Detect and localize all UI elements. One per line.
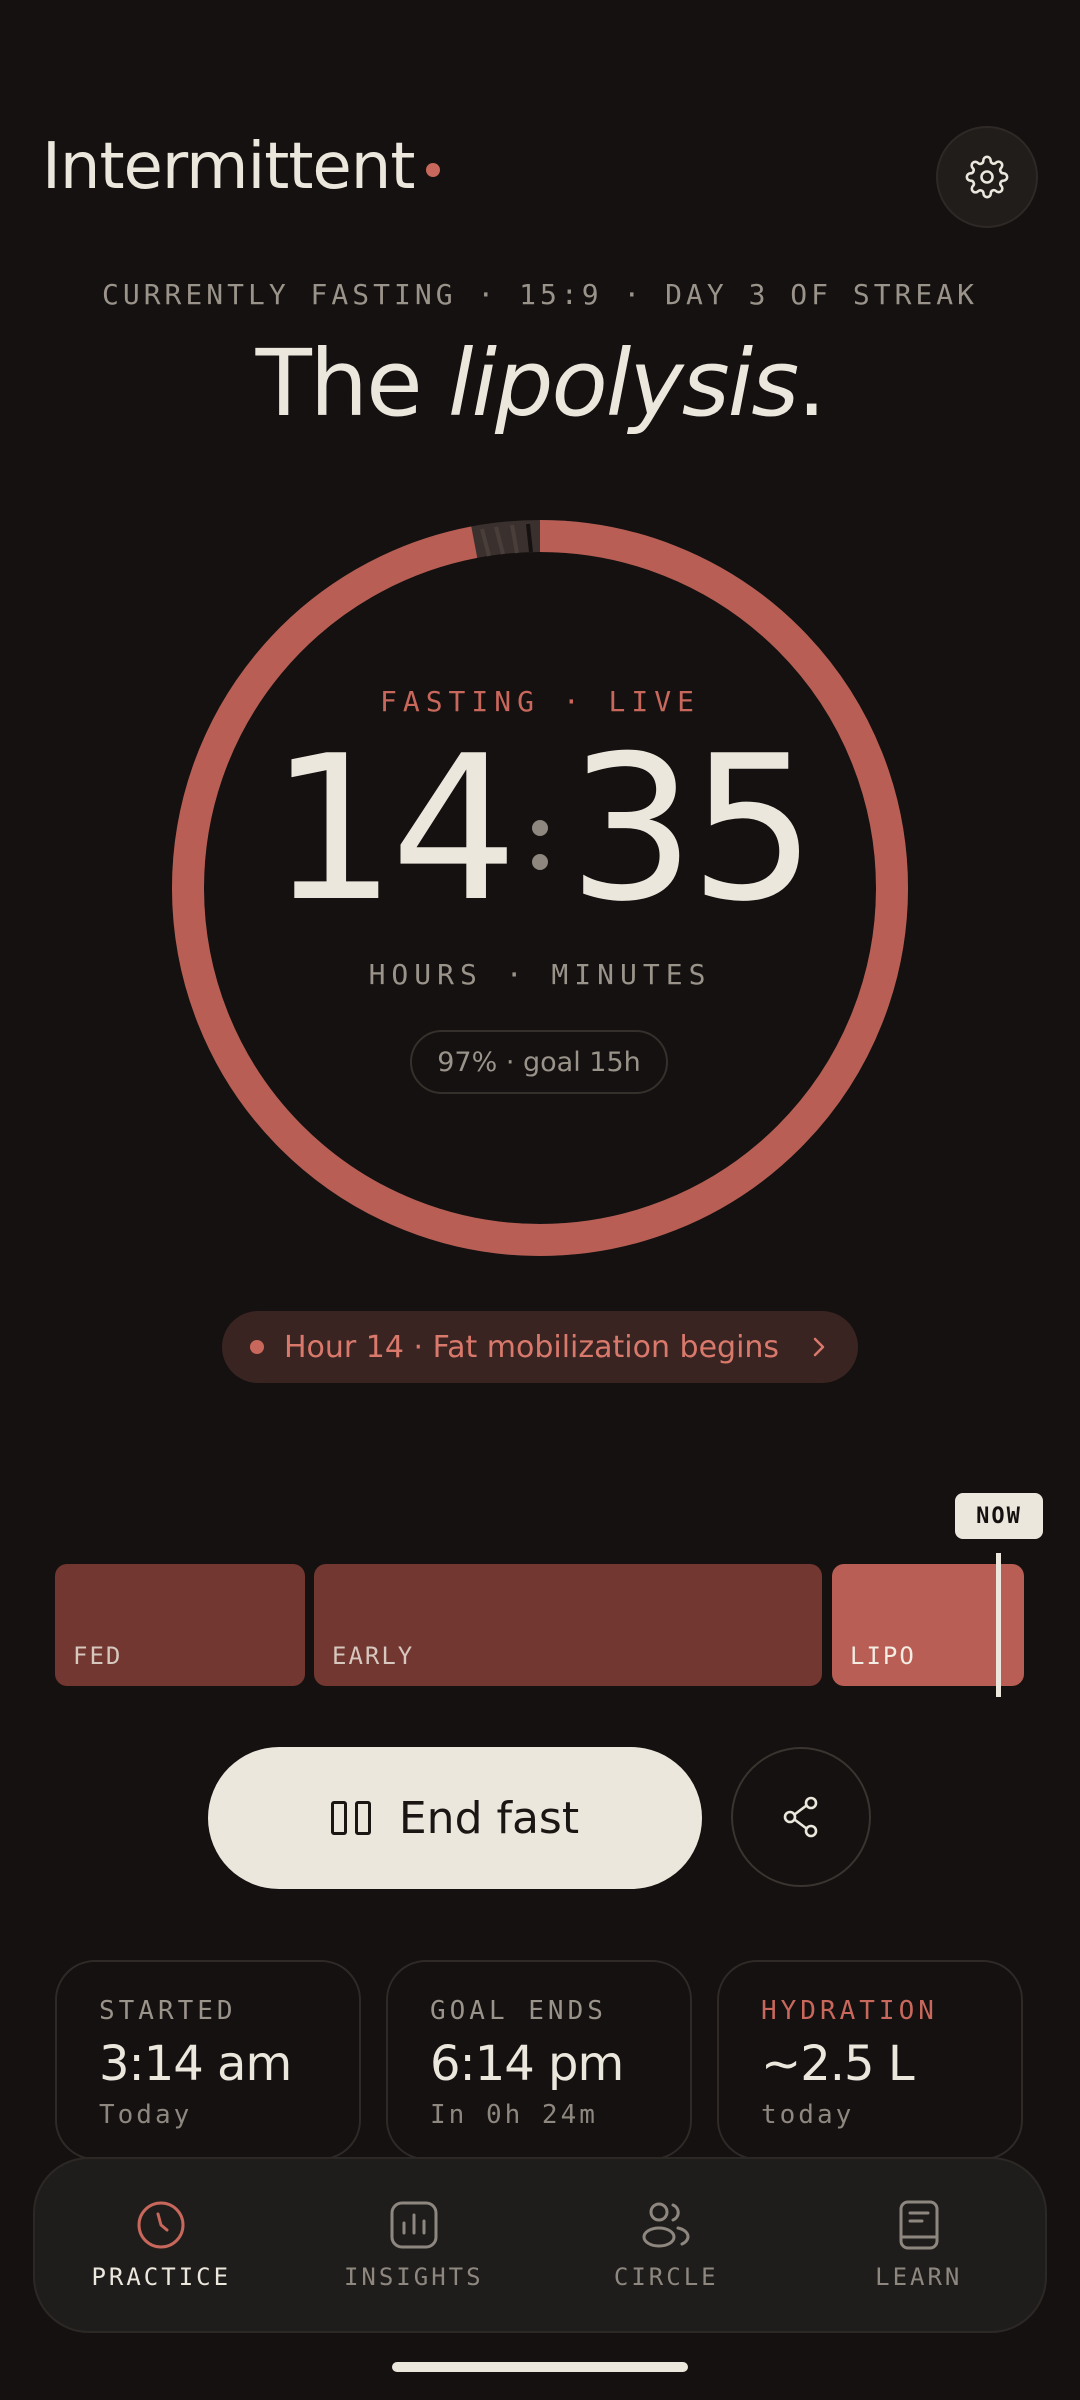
nav-item-insights[interactable]: INSIGHTS — [288, 2159, 541, 2331]
headline-prefix: The — [255, 330, 423, 437]
app-title: Intermittent — [42, 130, 441, 204]
share-button[interactable] — [731, 1747, 871, 1887]
end-fast-label: End fast — [398, 1792, 580, 1844]
stat-subtext: In 0h 24m — [430, 2100, 598, 2130]
end-fast-button[interactable]: End fast — [208, 1747, 702, 1889]
pause-icon — [330, 1801, 371, 1835]
stat-value: 6:14 pm — [430, 2036, 624, 2092]
nav-label: PRACTICE — [91, 2263, 232, 2291]
phase-segment-fed: FED — [55, 1564, 305, 1686]
nav-item-circle[interactable]: CIRCLE — [540, 2159, 793, 2331]
timer-hours: 14 — [269, 713, 518, 946]
headline-emphasis: lipolysis — [447, 330, 799, 437]
stat-label: HYDRATION — [761, 1996, 938, 2026]
stat-card-hydration[interactable]: HYDRATION ~2.5 L today — [717, 1960, 1023, 2160]
people-icon — [642, 2202, 690, 2248]
headline-suffix: . — [797, 330, 826, 437]
clock-icon — [137, 2201, 185, 2249]
accent-dot — [426, 163, 441, 177]
nav-item-practice[interactable]: PRACTICE — [35, 2159, 288, 2331]
share-icon — [783, 1796, 818, 1838]
fasting-live-label: FASTING · LIVE — [379, 685, 700, 718]
app-title-text: Intermittent — [42, 130, 415, 204]
page-headline: The lipolysis. — [0, 330, 1080, 437]
stat-value: 3:14 am — [99, 2036, 292, 2092]
bar-chart-icon — [390, 2201, 438, 2249]
goal-progress-pill: 97% · goal 15h — [410, 1030, 668, 1094]
stat-card-goal-ends: GOAL ENDS 6:14 pm In 0h 24m — [386, 1960, 692, 2160]
book-icon — [899, 2200, 939, 2250]
gear-icon — [965, 155, 1009, 199]
milestone-banner[interactable]: Hour 14 · Fat mobilization begins — [222, 1311, 858, 1383]
nav-label: CIRCLE — [613, 2263, 719, 2291]
timer-units-label: HOURS · MINUTES — [368, 958, 712, 991]
home-indicator — [392, 2362, 688, 2372]
stat-label: STARTED — [99, 1996, 237, 2026]
timer-minutes: 35 — [568, 713, 816, 946]
status-line: CURRENTLY FASTING · 15:9 · DAY 3 OF STRE… — [101, 278, 978, 311]
nav-label: INSIGHTS — [343, 2263, 484, 2291]
now-marker-label: NOW — [955, 1493, 1043, 1539]
chevron-right-icon — [813, 1337, 825, 1357]
stat-subtext: Today — [99, 2100, 193, 2130]
nav-label: LEARN — [875, 2263, 963, 2291]
elapsed-timer: 14 35 — [0, 730, 1080, 930]
timer-separator — [532, 820, 548, 870]
stat-value: ~2.5 L — [761, 2036, 915, 2092]
bottom-nav: PRACTICE INSIGHTS CIRCLE LEARN — [33, 2157, 1047, 2333]
phase-segment-early: EARLY — [314, 1564, 822, 1686]
stat-card-started: STARTED 3:14 am Today — [55, 1960, 361, 2160]
milestone-text: Hour 14 · Fat mobilization begins — [284, 1329, 780, 1365]
now-marker-line — [996, 1553, 1001, 1697]
nav-item-learn[interactable]: LEARN — [793, 2159, 1046, 2331]
settings-button[interactable] — [936, 126, 1038, 228]
stat-subtext: today — [761, 2100, 855, 2130]
stat-label: GOAL ENDS — [430, 1996, 607, 2026]
milestone-dot — [250, 1340, 264, 1354]
